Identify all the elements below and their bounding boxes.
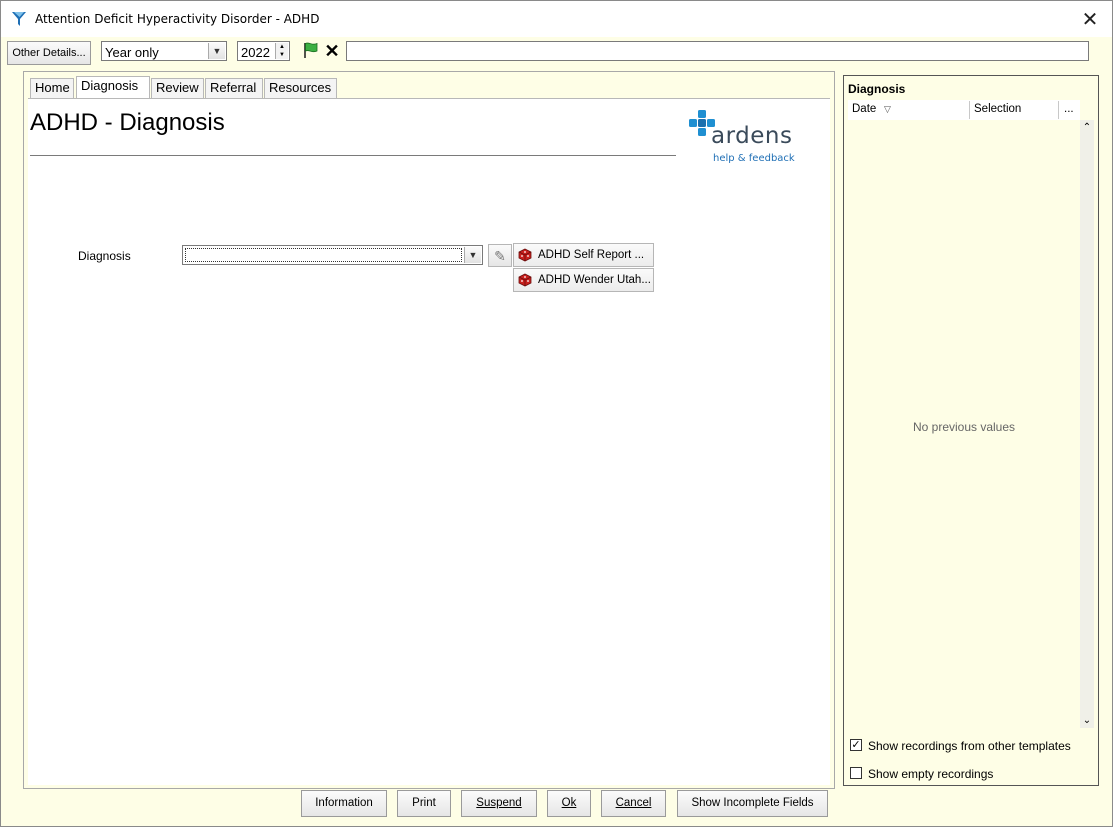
chevron-down-icon[interactable]: ▼ bbox=[208, 43, 225, 59]
show-empty-recordings-label: Show empty recordings bbox=[868, 767, 994, 781]
column-more[interactable]: ... bbox=[1064, 103, 1074, 115]
tab-resources[interactable]: Resources bbox=[264, 78, 337, 98]
sort-desc-icon[interactable]: ▽ bbox=[884, 104, 891, 115]
tab-diagnosis[interactable]: Diagnosis bbox=[76, 76, 150, 98]
tab-content: ADHD - Diagnosis ardens help & feedback … bbox=[28, 98, 830, 785]
close-icon: ✕ bbox=[1081, 7, 1099, 31]
previous-values-panel: Diagnosis Date ▽ Selection ... No previo… bbox=[843, 75, 1099, 786]
panel-title: Diagnosis bbox=[848, 82, 906, 96]
red-dice-icon bbox=[518, 273, 532, 287]
cancel-button[interactable]: Cancel bbox=[601, 790, 666, 817]
green-flag-icon[interactable] bbox=[301, 41, 321, 61]
show-other-templates-checkbox[interactable]: ✓ Show recordings from other templates bbox=[850, 738, 1080, 754]
grid-header: Date ▽ Selection ... bbox=[848, 100, 1080, 121]
tab-home[interactable]: Home bbox=[30, 78, 74, 98]
vertical-scrollbar[interactable]: ⌃ ⌄ bbox=[1080, 120, 1094, 728]
suspend-button[interactable]: Suspend bbox=[461, 790, 537, 817]
dialog-window: Attention Deficit Hyperactivity Disorder… bbox=[0, 0, 1113, 827]
page-title: ADHD - Diagnosis bbox=[30, 109, 225, 136]
logo-wordmark: ardens bbox=[711, 123, 793, 149]
funnel-icon bbox=[12, 12, 26, 26]
chevron-down-icon[interactable]: ▼ bbox=[464, 247, 481, 263]
adhd-wender-utah-label: ADHD Wender Utah... bbox=[538, 274, 651, 286]
date-mode-select[interactable]: Year only ▼ bbox=[101, 41, 227, 61]
column-selection[interactable]: Selection bbox=[974, 103, 1021, 115]
column-separator bbox=[1058, 101, 1059, 119]
ok-button[interactable]: Ok bbox=[547, 790, 591, 817]
title-divider bbox=[30, 155, 676, 156]
diagnosis-value bbox=[185, 248, 462, 262]
title-bar: Attention Deficit Hyperactivity Disorder… bbox=[1, 1, 1112, 37]
other-details-button[interactable]: Other Details... bbox=[7, 41, 91, 65]
toolbar: Other Details... Year only ▼ 2022 ▲ ▼ ✕ bbox=[1, 37, 1112, 67]
close-button[interactable]: ✕ bbox=[1078, 7, 1102, 31]
information-button[interactable]: Information bbox=[301, 790, 387, 817]
chevron-down-icon[interactable]: ⌄ bbox=[1080, 715, 1094, 726]
chevron-up-icon[interactable]: ⌃ bbox=[1080, 122, 1094, 133]
show-other-templates-label: Show recordings from other templates bbox=[868, 739, 1071, 753]
red-dice-icon bbox=[518, 248, 532, 262]
spin-arrows-icon[interactable]: ▲ ▼ bbox=[275, 43, 288, 59]
edit-button[interactable]: ✎ bbox=[488, 244, 512, 267]
window-title: Attention Deficit Hyperactivity Disorder… bbox=[35, 12, 320, 26]
tab-referral[interactable]: Referral bbox=[205, 78, 263, 98]
adhd-self-report-button[interactable]: ADHD Self Report ... bbox=[513, 243, 654, 267]
adhd-self-report-label: ADHD Self Report ... bbox=[538, 249, 645, 261]
checkmark-icon[interactable]: ✓ bbox=[850, 739, 862, 751]
pencil-icon: ✎ bbox=[494, 248, 506, 264]
column-date[interactable]: Date bbox=[852, 103, 876, 115]
left-pane: Home Diagnosis Review Referral Resources… bbox=[23, 71, 835, 789]
previous-values-list: No previous values bbox=[848, 120, 1080, 728]
diagnosis-select[interactable]: ▼ bbox=[182, 245, 483, 265]
date-mode-value: Year only bbox=[105, 45, 159, 60]
diagnosis-label: Diagnosis bbox=[78, 249, 131, 263]
empty-checkbox-icon[interactable] bbox=[850, 767, 862, 779]
print-button[interactable]: Print bbox=[397, 790, 451, 817]
show-empty-recordings-checkbox[interactable]: Show empty recordings bbox=[850, 766, 1080, 782]
column-separator bbox=[969, 101, 970, 119]
bottom-button-bar: Information Print Suspend Ok Cancel Show… bbox=[23, 787, 833, 821]
help-feedback-link[interactable]: help & feedback bbox=[713, 153, 795, 164]
year-value: 2022 bbox=[241, 45, 270, 60]
year-stepper[interactable]: 2022 ▲ ▼ bbox=[237, 41, 290, 61]
clear-x-icon[interactable]: ✕ bbox=[322, 41, 342, 61]
tab-review[interactable]: Review bbox=[151, 78, 204, 98]
free-text-input[interactable] bbox=[346, 41, 1089, 61]
empty-message: No previous values bbox=[912, 420, 1016, 434]
show-incomplete-fields-button[interactable]: Show Incomplete Fields bbox=[677, 790, 828, 817]
ardens-logo[interactable]: ardens help & feedback bbox=[683, 105, 803, 164]
adhd-wender-utah-button[interactable]: ADHD Wender Utah... bbox=[513, 268, 654, 292]
